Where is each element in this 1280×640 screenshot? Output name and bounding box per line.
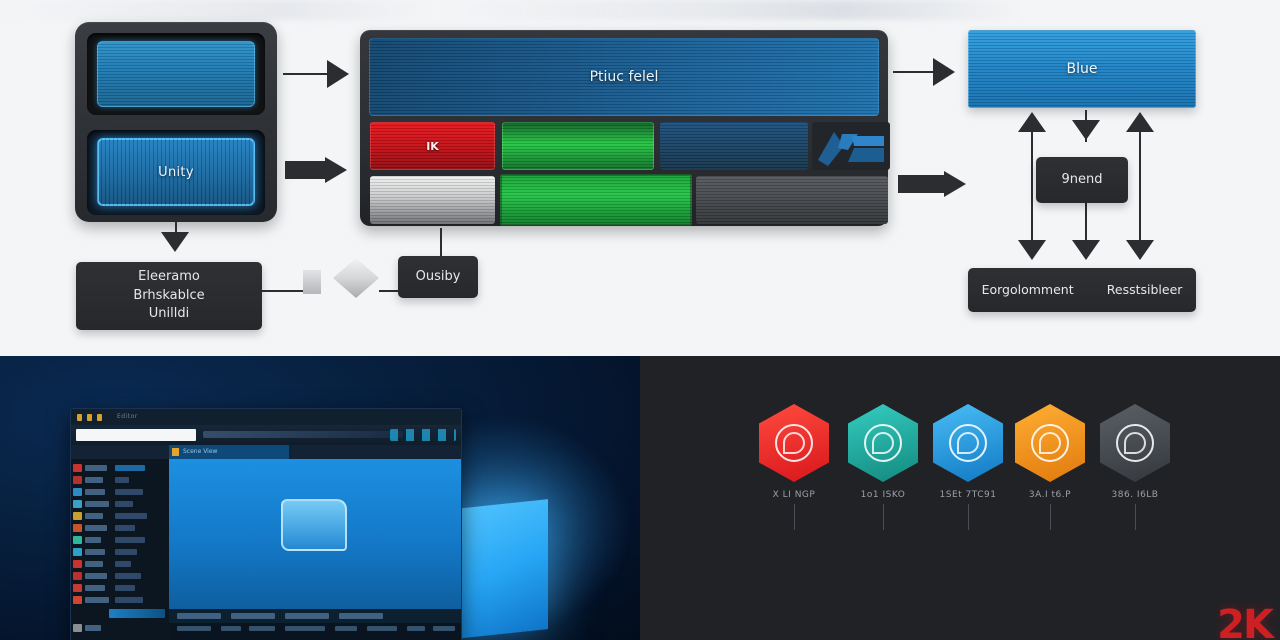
center-block-silver[interactable] xyxy=(370,176,495,224)
shield-icon xyxy=(949,424,987,462)
ide-titlebar: Editor xyxy=(71,409,461,425)
bottom-section: Editor Scene View X LI NGP 1o1 ISKO 1SEt… xyxy=(0,356,1280,640)
block-red-label: IK xyxy=(426,139,439,153)
hex-icon-3[interactable] xyxy=(933,404,1003,482)
unity-label: Unity xyxy=(158,164,194,180)
center-block-blue-mid[interactable] xyxy=(660,122,808,170)
right-blue-bar[interactable]: Blue xyxy=(968,30,1196,108)
arrowhead-left-module-down xyxy=(161,232,189,252)
ide-active-tab-label: Scene View xyxy=(183,448,218,455)
hex-item-4[interactable]: 3A.I t6.P xyxy=(1015,404,1085,530)
center-module-header[interactable]: Ptiuc felel xyxy=(369,38,879,116)
hex-item-5[interactable]: 386. I6LB xyxy=(1100,404,1170,530)
hex-label-2: 1o1 ISKO xyxy=(860,490,906,500)
ide-window-title: Editor xyxy=(117,413,138,420)
location-pin-icon xyxy=(1031,424,1069,462)
arrowhead-right-up xyxy=(1126,112,1154,132)
arrowhead-left-top xyxy=(327,60,349,88)
hexagon-panel: X LI NGP 1o1 ISKO 1SEt 7TC91 3A.I t6.P 3… xyxy=(640,356,1280,640)
bottom-bar-left-label: Eorgolomment xyxy=(981,281,1074,297)
bottom-bar-right-label: Resstsibleer xyxy=(1106,281,1183,297)
ide-window[interactable]: Editor Scene View xyxy=(70,408,462,640)
arrowhead-blend-down xyxy=(1072,240,1100,260)
hex-stem-2 xyxy=(883,504,884,530)
bottom-right-bar[interactable]: Eorgolomment Resstsibleer xyxy=(968,268,1196,312)
hex-icon-2[interactable] xyxy=(848,404,918,482)
ide-viewport[interactable] xyxy=(169,459,461,609)
arrowhead-left-down xyxy=(1018,240,1046,260)
hex-stem-4 xyxy=(1050,504,1051,530)
center-module[interactable]: Ptiuc felel IK xyxy=(360,30,890,226)
connector-right-vertical xyxy=(1139,128,1141,256)
arrowhead-blue-down xyxy=(1072,120,1100,140)
ousiby-box[interactable]: Ousiby xyxy=(398,256,478,298)
connector-square xyxy=(303,270,321,294)
connector-notes-to-diamond xyxy=(262,290,304,292)
left-notes-line-1: Eleeramo xyxy=(138,268,200,284)
viewport-object[interactable] xyxy=(281,499,347,551)
blend-box[interactable]: 9nend xyxy=(1036,157,1128,203)
center-block-green-1[interactable] xyxy=(502,122,654,170)
center-header-label: Ptiuc felel xyxy=(589,69,659,85)
hex-stem-1 xyxy=(794,504,795,530)
block-arrow-left-bottom xyxy=(285,157,347,183)
blend-box-label: 9nend xyxy=(1061,171,1103,187)
ide-sidebar[interactable] xyxy=(71,459,167,640)
connector-line-center-top xyxy=(893,71,937,73)
connector-diamond-to-ousiby xyxy=(379,290,399,292)
ide-toolbar-segment xyxy=(203,431,403,438)
left-module-top-slot xyxy=(87,33,265,115)
hex-item-2[interactable]: 1o1 ISKO xyxy=(848,404,918,530)
left-module-unity-bar[interactable]: Unity xyxy=(97,138,255,206)
connector-left-vertical xyxy=(1031,128,1033,256)
center-block-cube[interactable] xyxy=(812,122,890,170)
hex-item-1[interactable]: X LI NGP xyxy=(759,404,829,530)
center-block-red[interactable]: IK xyxy=(370,122,495,170)
infographic-canvas: Unity Ptiuc felel IK Blue 9nend Eorgolom… xyxy=(0,0,1280,640)
hex-item-3[interactable]: 1SEt 7TC91 xyxy=(933,404,1003,530)
hex-stem-3 xyxy=(968,504,969,530)
hex-icon-1[interactable] xyxy=(759,404,829,482)
arrowhead-center-top xyxy=(933,58,955,86)
left-module-top-bar[interactable] xyxy=(97,41,255,107)
connector-line-left-top xyxy=(283,73,329,75)
hex-stem-5 xyxy=(1135,504,1136,530)
ide-search-input[interactable] xyxy=(76,429,196,441)
arrowhead-right-down xyxy=(1126,240,1154,260)
left-module-bottom-slot: Unity xyxy=(87,130,265,215)
left-notes-box[interactable]: Eleeramo Brhskablce Unilldi xyxy=(76,262,262,330)
loop-icon xyxy=(775,424,813,462)
ide-selected-row[interactable] xyxy=(109,609,165,618)
editor-screenshot-pane: Editor Scene View xyxy=(0,356,640,640)
ousiby-label: Ousiby xyxy=(415,268,461,284)
cube-icon xyxy=(818,132,884,166)
right-blue-label: Blue xyxy=(1066,61,1098,77)
block-arrow-center-bottom xyxy=(898,171,966,197)
ide-console[interactable] xyxy=(169,623,461,640)
decision-diamond xyxy=(333,258,379,298)
connector-center-to-ousiby xyxy=(440,228,442,256)
ide-toolbar[interactable] xyxy=(71,425,461,445)
settings-icon xyxy=(864,424,902,462)
chart-icon xyxy=(1116,424,1154,462)
hex-label-3: 1SEt 7TC91 xyxy=(939,490,997,500)
left-notes-line-2: Brhskablce xyxy=(133,287,205,303)
hex-label-4: 3A.I t6.P xyxy=(1028,490,1072,500)
hex-label-1: X LI NGP xyxy=(772,490,816,500)
left-notes-line-3: Unilldi xyxy=(148,306,190,322)
left-module[interactable]: Unity xyxy=(75,22,277,222)
hex-icon-5[interactable] xyxy=(1100,404,1170,482)
ide-viewport-footer[interactable] xyxy=(169,609,461,623)
hex-icon-4[interactable] xyxy=(1015,404,1085,482)
hex-label-5: 386. I6LB xyxy=(1111,490,1159,500)
arrowhead-left-up xyxy=(1018,112,1046,132)
center-block-green-2[interactable] xyxy=(500,174,692,226)
top-diagram-section: Unity Ptiuc felel IK Blue 9nend Eorgolom… xyxy=(0,0,1280,356)
ide-tab-icon xyxy=(172,448,179,456)
center-block-gray[interactable] xyxy=(696,176,888,224)
brand-logo: 2K xyxy=(1217,602,1274,640)
ide-toolbar-icons[interactable] xyxy=(390,429,456,441)
